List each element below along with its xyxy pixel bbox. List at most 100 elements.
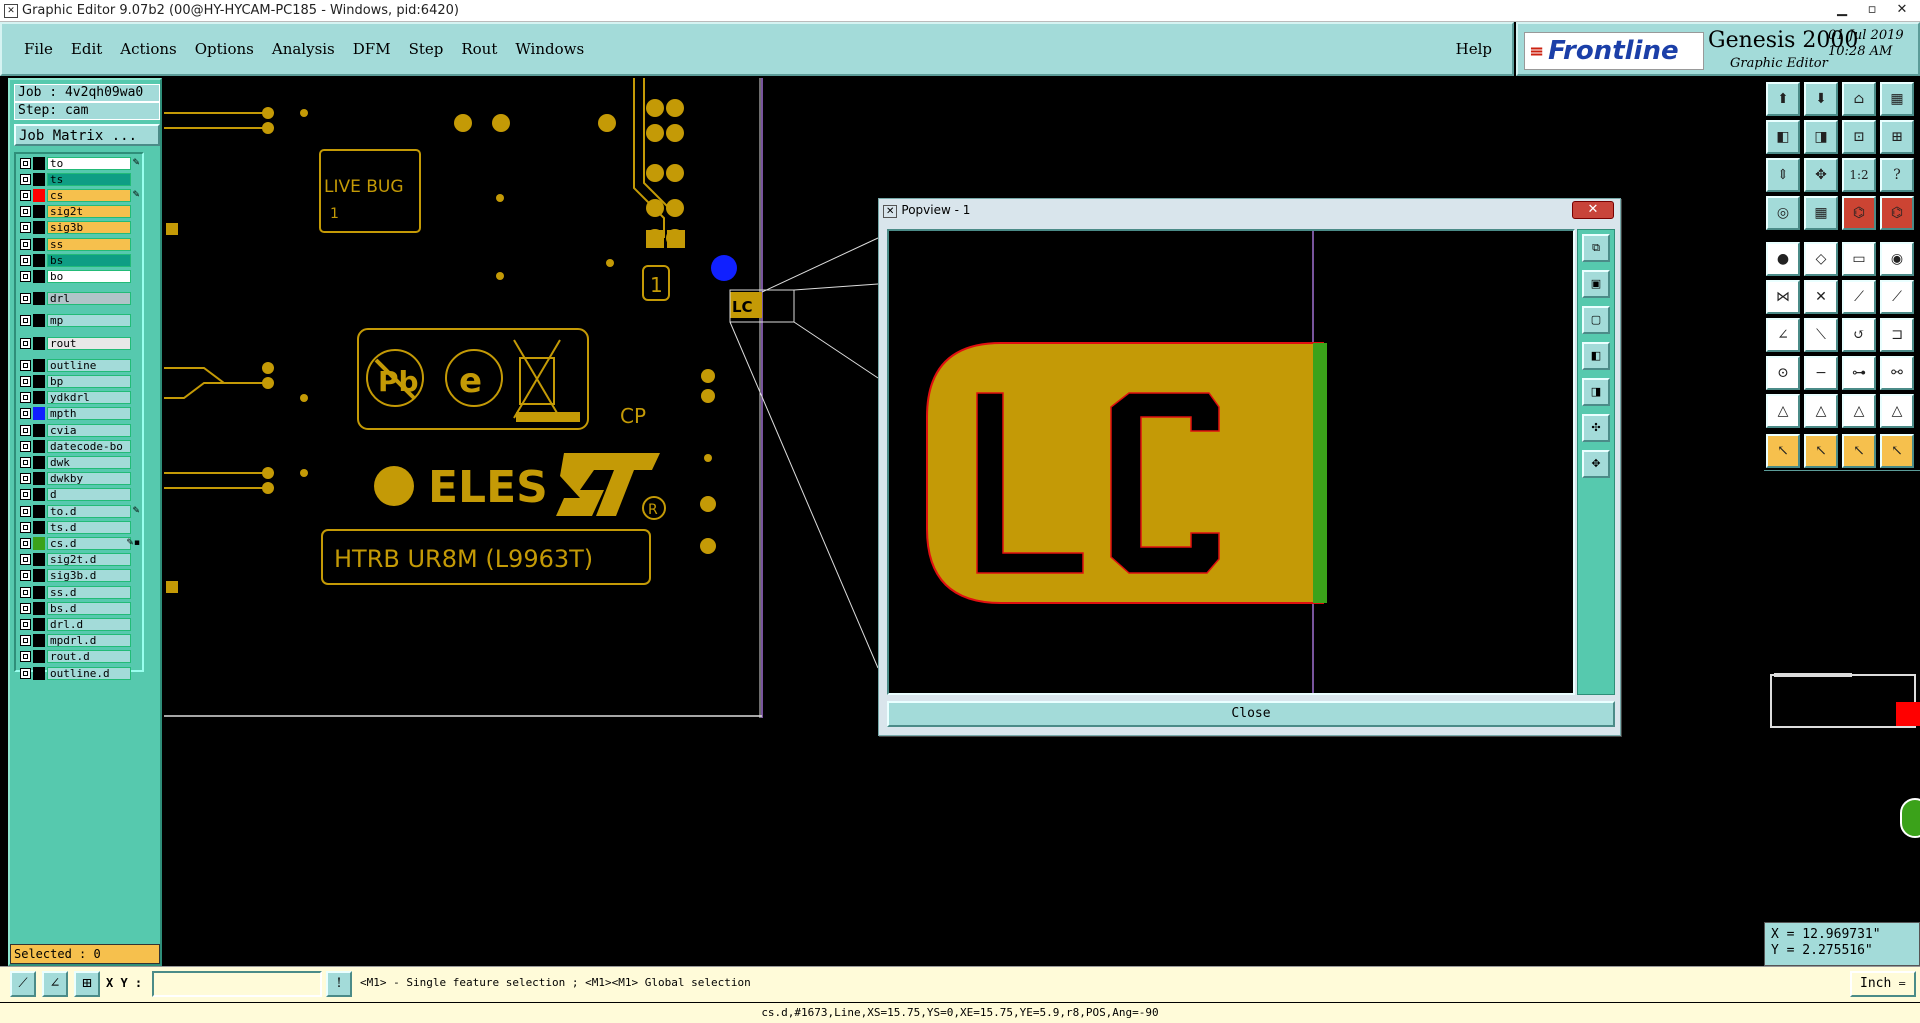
select-all-icon[interactable]: ◉ (1880, 242, 1914, 276)
popview-close-icon[interactable]: ✕ (1572, 201, 1614, 219)
layer-row[interactable]: drl (18, 292, 142, 306)
layer-checkbox[interactable] (20, 424, 31, 436)
help-icon[interactable]: ? (1880, 158, 1914, 192)
layer-row[interactable]: drl.d (18, 617, 142, 631)
layer-row[interactable]: datecode-bo (18, 439, 142, 453)
layer-name[interactable]: rout (47, 336, 131, 350)
menu-dfm[interactable]: DFM (353, 40, 391, 58)
line2-tool-icon[interactable]: ⟋ (1880, 280, 1914, 314)
layer-name[interactable]: d (47, 488, 131, 502)
layer-name[interactable]: sig3b.d (47, 569, 131, 583)
layer-row[interactable]: mpth (18, 407, 142, 421)
layer-name[interactable]: ts (47, 172, 131, 186)
layer-row[interactable]: dwk (18, 455, 142, 469)
layer-checkbox[interactable] (20, 456, 31, 468)
popview-zoom-in-icon[interactable]: ▣ (1582, 270, 1610, 298)
layer-name[interactable]: sig2t.d (47, 553, 131, 567)
load-icon[interactable]: ⬇ (1804, 82, 1838, 116)
menu-edit[interactable]: Edit (71, 40, 102, 58)
angle-icon[interactable]: ∠ (1766, 318, 1800, 352)
diagonal-icon[interactable]: ⟍ (1804, 318, 1838, 352)
save-icon[interactable]: ⬆ (1766, 82, 1800, 116)
layer-row[interactable]: ss.d (18, 585, 142, 599)
menu-analysis[interactable]: Analysis (272, 40, 335, 58)
layer-checkbox[interactable] (20, 521, 31, 533)
layer-checkbox[interactable] (20, 618, 31, 630)
layer-row[interactable]: outline.d (18, 666, 142, 680)
layer-checkbox[interactable] (20, 440, 31, 452)
layer-name[interactable]: ts.d (47, 520, 131, 534)
job-matrix-button[interactable]: Job Matrix ... (14, 124, 160, 146)
layer-row[interactable]: cvia (18, 423, 142, 437)
pad-tool-icon[interactable]: ⊙ (1766, 356, 1800, 390)
layer-checkbox[interactable] (20, 315, 31, 327)
layer-checkbox[interactable] (20, 570, 31, 582)
layer-name[interactable]: ss.d (47, 585, 131, 599)
zoom-next-icon[interactable]: ⊞ (1880, 120, 1914, 154)
layer-name[interactable]: mp (47, 314, 131, 328)
layer-row[interactable]: sig2t.d (18, 553, 142, 567)
layer-row[interactable]: mpdrl.d (18, 634, 142, 648)
layer-name[interactable]: to.d (47, 504, 131, 518)
xy-input[interactable] (152, 971, 322, 997)
angle-snap-icon[interactable]: ∠ (42, 971, 68, 997)
pointer-icon[interactable]: ↖ (1766, 434, 1800, 468)
layer-checkbox[interactable] (20, 375, 31, 387)
layer-name[interactable]: dwkby (47, 472, 131, 486)
layer-name[interactable]: datecode-bo (47, 439, 131, 453)
popview-zoom-out-icon[interactable]: ▢ (1582, 306, 1610, 334)
measure-icon[interactable]: ▭ (1842, 242, 1876, 276)
cross-icon[interactable]: ✕ (1804, 280, 1838, 314)
menu-step[interactable]: Step (409, 40, 444, 58)
layer-name[interactable]: cs.d (47, 536, 131, 550)
net2-icon[interactable]: ⌬ (1880, 196, 1914, 230)
menu-rout[interactable]: Rout (461, 40, 497, 58)
layer-checkbox[interactable] (20, 157, 31, 169)
triangle4-icon[interactable]: △ (1880, 394, 1914, 428)
layer-checkbox[interactable] (20, 206, 31, 218)
net-icon[interactable]: ⌬ (1842, 196, 1876, 230)
layer-name[interactable]: rout.d (47, 650, 131, 664)
layer-name[interactable]: sig3b (47, 221, 131, 235)
layer-checkbox[interactable] (20, 408, 31, 420)
fit-icon[interactable]: ⇕ (1766, 158, 1800, 192)
layer-name[interactable]: ydkdrl (47, 391, 131, 405)
snap-icon[interactable]: ◎ (1766, 196, 1800, 230)
layer-checkbox[interactable] (20, 270, 31, 282)
zoom-area-icon[interactable]: ⊡ (1842, 120, 1876, 154)
arc-icon[interactable]: ↺ (1842, 318, 1876, 352)
home-icon[interactable]: ⌂ (1842, 82, 1876, 116)
menu-help[interactable]: Help (1456, 40, 1492, 58)
layer-row[interactable]: to.d ✎ (18, 504, 142, 518)
layer-row[interactable]: sig3b (18, 221, 142, 235)
menu-file[interactable]: File (24, 40, 53, 58)
menu-options[interactable]: Options (195, 40, 254, 58)
layer-row[interactable]: cs.d ✎▪ (18, 536, 142, 550)
layer-row[interactable]: rout (18, 336, 142, 350)
layer-row[interactable]: ydkdrl (18, 391, 142, 405)
layer-row[interactable]: bp (18, 374, 142, 388)
layer-row[interactable]: rout.d (18, 650, 142, 664)
layer-name[interactable]: drl (47, 292, 131, 306)
popview-center-icon[interactable]: ✥ (1582, 450, 1610, 478)
layer-name[interactable]: bs.d (47, 601, 131, 615)
layer-checkbox[interactable] (20, 254, 31, 266)
popview-zoom-fit-icon[interactable]: ⧉ (1582, 234, 1610, 262)
minimize-icon[interactable]: ▁ (1828, 0, 1856, 22)
layer-checkbox[interactable] (20, 602, 31, 614)
layer-checkbox[interactable] (20, 537, 31, 549)
layer-name[interactable]: sig2t (47, 205, 131, 219)
zoom-home-icon[interactable]: ◧ (1766, 120, 1800, 154)
layer-row[interactable]: dwkby (18, 472, 142, 486)
layer-checkbox[interactable] (20, 651, 31, 663)
unit-select[interactable]: Inch ═ (1850, 971, 1916, 997)
layer-name[interactable]: mpdrl.d (47, 634, 131, 648)
menu-actions[interactable]: Actions (120, 40, 176, 58)
step-tool-icon[interactable]: ⊐ (1880, 318, 1914, 352)
popview-pan-left-icon[interactable]: ◧ (1582, 342, 1610, 370)
pointer-move-icon[interactable]: ↖ (1880, 434, 1914, 468)
layer-name[interactable]: to (47, 156, 131, 170)
layer-checkbox[interactable] (20, 293, 31, 305)
route-tool-icon[interactable]: ⚯ (1880, 356, 1914, 390)
layer-name[interactable]: bo (47, 269, 131, 283)
